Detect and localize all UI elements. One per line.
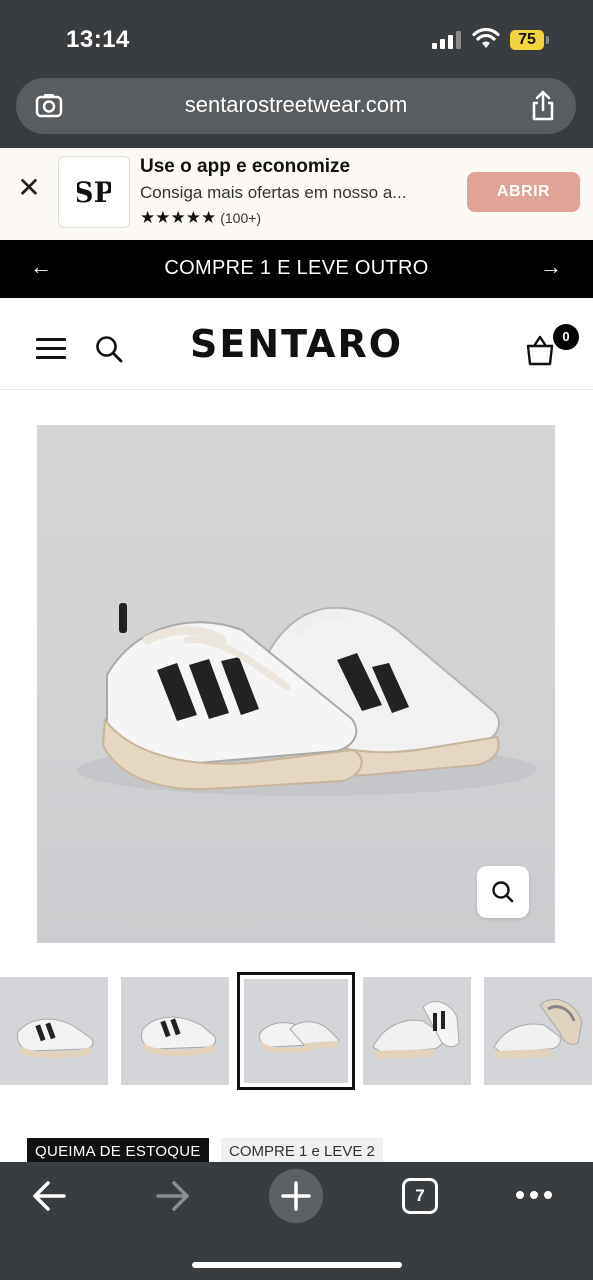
browser-top-chrome: 13:14 75 sentarostreetwear.com xyxy=(0,0,593,148)
banner-subtitle: Consiga mais ofertas em nosso a... xyxy=(140,183,407,202)
sentaro-logo-icon: SP xyxy=(77,176,111,209)
status-bar: 13:14 75 xyxy=(0,0,593,78)
promo-next-arrow-icon[interactable]: → xyxy=(536,254,566,280)
product-thumbnail[interactable] xyxy=(363,977,471,1085)
battery-level: 75 xyxy=(510,30,544,50)
thumbnail-sneaker-image xyxy=(372,1001,460,1059)
home-indicator[interactable] xyxy=(192,1262,402,1268)
banner-title: Use o app e economize xyxy=(140,156,351,177)
store-header: SENTARO xyxy=(0,298,593,390)
close-icon[interactable]: ✕ xyxy=(16,174,42,202)
sneaker-pair-image xyxy=(77,603,537,796)
share-icon[interactable] xyxy=(530,90,556,122)
star-rating: ★★★★★ xyxy=(140,208,217,227)
cart-count-badge: 0 xyxy=(553,324,579,350)
thumbnail-sneaker-image xyxy=(259,1021,339,1053)
arrow-left-icon[interactable] xyxy=(30,1178,70,1214)
product-thumbnail[interactable] xyxy=(484,977,592,1085)
cellular-signal-icon xyxy=(432,31,462,49)
open-app-button[interactable]: ABRIR xyxy=(467,172,580,212)
thumbnail-sneaker-image xyxy=(493,999,583,1059)
wifi-icon xyxy=(472,28,500,48)
banner-rating: ★★★★★ (100+) xyxy=(140,208,261,228)
thumbnail-sneaker-image xyxy=(17,1018,94,1059)
address-bar[interactable]: sentarostreetwear.com xyxy=(16,78,576,134)
product-thumbnails xyxy=(0,972,593,1092)
smart-app-banner: ✕ SP Use o app e economize Consiga mais … xyxy=(0,148,593,240)
product-thumbnail[interactable] xyxy=(0,977,108,1085)
rating-count: (100+) xyxy=(220,210,262,226)
status-time: 13:14 xyxy=(66,26,130,53)
thumbnail-sneaker-image xyxy=(141,1016,216,1057)
app-logo: SP xyxy=(58,156,130,228)
url-text[interactable]: sentarostreetwear.com xyxy=(16,92,576,118)
store-logo[interactable]: SENTARO xyxy=(0,322,593,366)
zoom-icon[interactable] xyxy=(477,866,529,918)
battery-tip xyxy=(546,36,549,44)
shopping-bag-icon[interactable] xyxy=(524,334,556,366)
product-thumbnail[interactable] xyxy=(121,977,229,1085)
more-dots-icon[interactable] xyxy=(514,1188,554,1202)
promo-text: COMPRE 1 E LEVE OUTRO xyxy=(164,257,429,279)
product-thumbnail-active[interactable] xyxy=(237,972,355,1090)
arrow-right-icon[interactable] xyxy=(152,1178,192,1214)
promo-announcement-bar: ← COMPRE 1 E LEVE OUTRO → xyxy=(0,240,593,298)
tabs-button[interactable]: 7 xyxy=(402,1178,438,1214)
svg-text:SP: SP xyxy=(77,176,111,209)
product-main-image[interactable] xyxy=(37,425,555,943)
plus-icon[interactable] xyxy=(269,1169,323,1223)
